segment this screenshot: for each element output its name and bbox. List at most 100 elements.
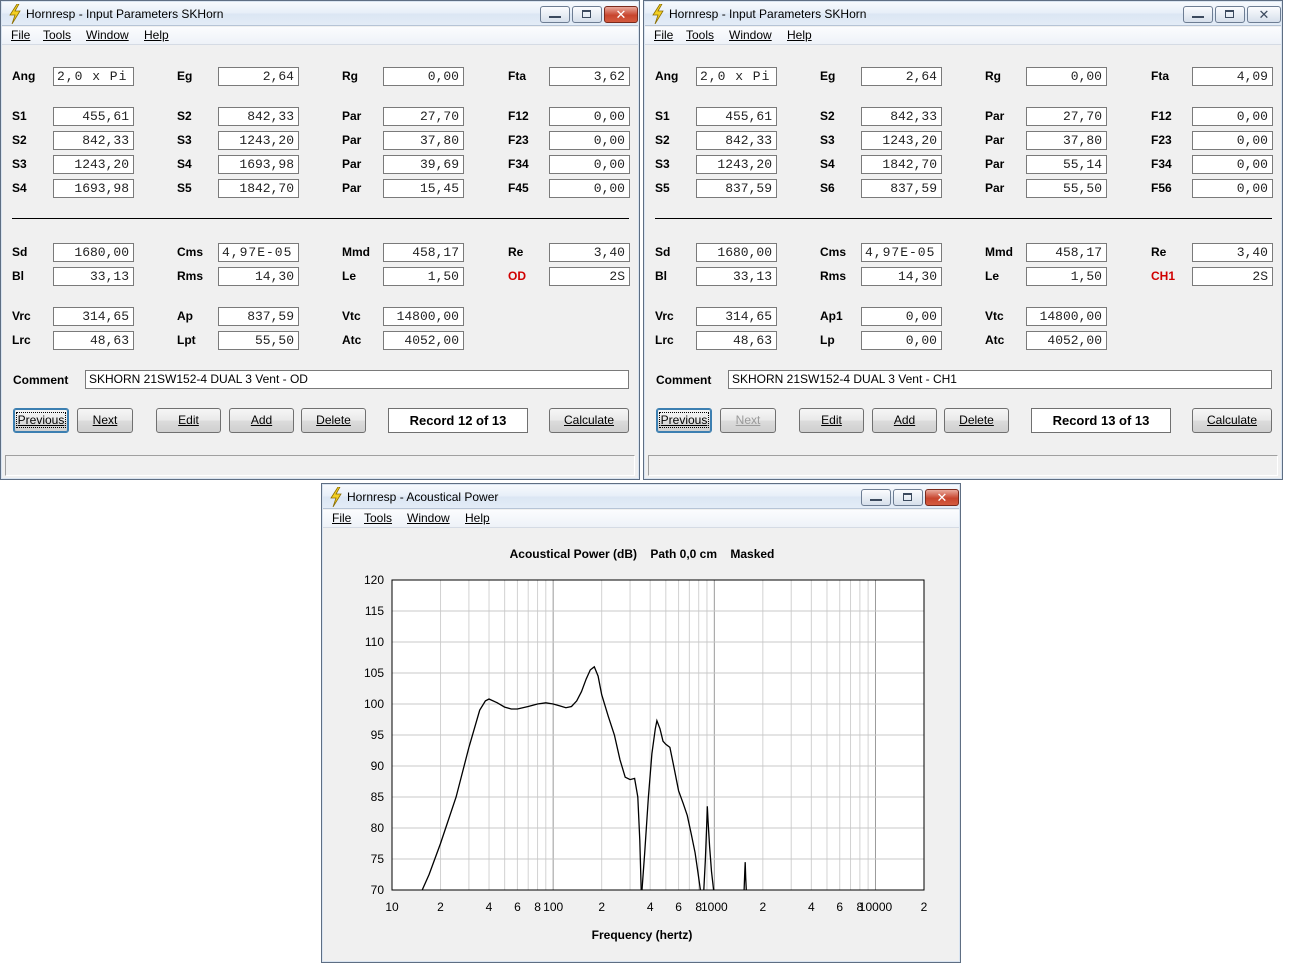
field-vrc[interactable]: 314,65 — [53, 307, 134, 326]
field-r3b[interactable]: 1842,70 — [861, 155, 942, 174]
field-r4d[interactable]: 0,00 — [549, 179, 630, 198]
minimize-button[interactable] — [540, 6, 570, 23]
comment-field[interactable]: SKHORN 21SW152-4 DUAL 3 Vent - CH1 — [728, 370, 1272, 389]
field-sd[interactable]: 1680,00 — [696, 243, 777, 262]
menu-window[interactable]: Window — [729, 28, 772, 42]
field-ap[interactable]: 837,59 — [218, 307, 299, 326]
maximize-button[interactable] — [893, 489, 923, 506]
calculate-button[interactable]: Calculate — [549, 408, 629, 433]
field-r3a[interactable]: 1243,20 — [53, 155, 134, 174]
title-bar[interactable]: Hornresp - Acoustical Power ✕ — [323, 485, 959, 509]
menu-file[interactable]: File — [11, 28, 30, 42]
menu-tools[interactable]: Tools — [686, 28, 714, 42]
calculate-button[interactable]: Calculate — [1192, 408, 1272, 433]
field-vtc[interactable]: 14800,00 — [383, 307, 464, 326]
field-r1a[interactable]: 455,61 — [53, 107, 134, 126]
field-ang[interactable]: 2,0 x Pi — [53, 67, 134, 86]
field-r4a[interactable]: 837,59 — [696, 179, 777, 198]
field-le[interactable]: 1,50 — [1026, 267, 1107, 286]
field-rg[interactable]: 0,00 — [383, 67, 464, 86]
field-r3c[interactable]: 39,69 — [383, 155, 464, 174]
comment-field[interactable]: SKHORN 21SW152-4 DUAL 3 Vent - OD — [85, 370, 629, 389]
field-fta[interactable]: 4,09 — [1192, 67, 1273, 86]
next-button[interactable]: Next — [77, 408, 133, 433]
field-re[interactable]: 3,40 — [1192, 243, 1273, 262]
field-sd[interactable]: 1680,00 — [53, 243, 134, 262]
field-r4b[interactable]: 837,59 — [861, 179, 942, 198]
field-fta[interactable]: 3,62 — [549, 67, 630, 86]
field-eg[interactable]: 2,64 — [218, 67, 299, 86]
field-r1d[interactable]: 0,00 — [1192, 107, 1273, 126]
field-mmd[interactable]: 458,17 — [1026, 243, 1107, 262]
field-r2b[interactable]: 1243,20 — [218, 131, 299, 150]
field-od[interactable]: 2S — [1192, 267, 1273, 286]
field-r2c[interactable]: 37,80 — [1026, 131, 1107, 150]
field-r1c[interactable]: 27,70 — [1026, 107, 1107, 126]
field-bl[interactable]: 33,13 — [53, 267, 134, 286]
menu-window[interactable]: Window — [86, 28, 129, 42]
delete-button[interactable]: Delete — [301, 408, 366, 433]
field-ang[interactable]: 2,0 x Pi — [696, 67, 777, 86]
close-button[interactable]: ✕ — [604, 6, 638, 23]
field-r3d[interactable]: 0,00 — [1192, 155, 1273, 174]
field-r2a[interactable]: 842,33 — [696, 131, 777, 150]
field-lpt[interactable]: 0,00 — [861, 331, 942, 350]
add-button[interactable]: Add — [229, 408, 294, 433]
field-lrc[interactable]: 48,63 — [53, 331, 134, 350]
field-r4d[interactable]: 0,00 — [1192, 179, 1273, 198]
field-r2b[interactable]: 1243,20 — [861, 131, 942, 150]
title-bar[interactable]: Hornresp - Input Parameters SKHorn ✕ — [645, 2, 1281, 26]
field-rms[interactable]: 14,30 — [861, 267, 942, 286]
menu-tools[interactable]: Tools — [43, 28, 71, 42]
field-r3d[interactable]: 0,00 — [549, 155, 630, 174]
minimize-button[interactable] — [861, 489, 891, 506]
field-vtc[interactable]: 14800,00 — [1026, 307, 1107, 326]
field-r4c[interactable]: 55,50 — [1026, 179, 1107, 198]
field-r1d[interactable]: 0,00 — [549, 107, 630, 126]
title-bar[interactable]: Hornresp - Input Parameters SKHorn ✕ — [2, 2, 638, 26]
menu-help[interactable]: Help — [144, 28, 169, 42]
field-r2c[interactable]: 37,80 — [383, 131, 464, 150]
field-r4a[interactable]: 1693,98 — [53, 179, 134, 198]
add-button[interactable]: Add — [872, 408, 937, 433]
previous-button[interactable]: Previous — [13, 408, 69, 433]
field-rms[interactable]: 14,30 — [218, 267, 299, 286]
field-cms[interactable]: 4,97E-05 — [861, 243, 942, 262]
field-cms[interactable]: 4,97E-05 — [218, 243, 299, 262]
field-ap[interactable]: 0,00 — [861, 307, 942, 326]
field-mmd[interactable]: 458,17 — [383, 243, 464, 262]
field-r4c[interactable]: 15,45 — [383, 179, 464, 198]
minimize-button[interactable] — [1183, 6, 1213, 23]
menu-file[interactable]: File — [654, 28, 673, 42]
field-r1a[interactable]: 455,61 — [696, 107, 777, 126]
field-r3c[interactable]: 55,14 — [1026, 155, 1107, 174]
previous-button[interactable]: Previous — [656, 408, 712, 433]
field-r2d[interactable]: 0,00 — [1192, 131, 1273, 150]
field-le[interactable]: 1,50 — [383, 267, 464, 286]
field-bl[interactable]: 33,13 — [696, 267, 777, 286]
field-lpt[interactable]: 55,50 — [218, 331, 299, 350]
field-r1b[interactable]: 842,33 — [861, 107, 942, 126]
field-vrc[interactable]: 314,65 — [696, 307, 777, 326]
close-button[interactable]: ✕ — [925, 489, 959, 506]
field-lrc[interactable]: 48,63 — [696, 331, 777, 350]
maximize-button[interactable] — [1215, 6, 1245, 23]
field-re[interactable]: 3,40 — [549, 243, 630, 262]
edit-button[interactable]: Edit — [799, 408, 864, 433]
field-r2a[interactable]: 842,33 — [53, 131, 134, 150]
menu-help[interactable]: Help — [787, 28, 812, 42]
field-r1c[interactable]: 27,70 — [383, 107, 464, 126]
delete-button[interactable]: Delete — [944, 408, 1009, 433]
next-button[interactable]: Next — [720, 408, 776, 433]
field-atc[interactable]: 4052,00 — [1026, 331, 1107, 350]
field-od[interactable]: 2S — [549, 267, 630, 286]
field-r1b[interactable]: 842,33 — [218, 107, 299, 126]
field-r3a[interactable]: 1243,20 — [696, 155, 777, 174]
field-atc[interactable]: 4052,00 — [383, 331, 464, 350]
edit-button[interactable]: Edit — [156, 408, 221, 433]
field-r4b[interactable]: 1842,70 — [218, 179, 299, 198]
field-r3b[interactable]: 1693,98 — [218, 155, 299, 174]
close-button[interactable]: ✕ — [1247, 6, 1281, 23]
field-rg[interactable]: 0,00 — [1026, 67, 1107, 86]
field-r2d[interactable]: 0,00 — [549, 131, 630, 150]
